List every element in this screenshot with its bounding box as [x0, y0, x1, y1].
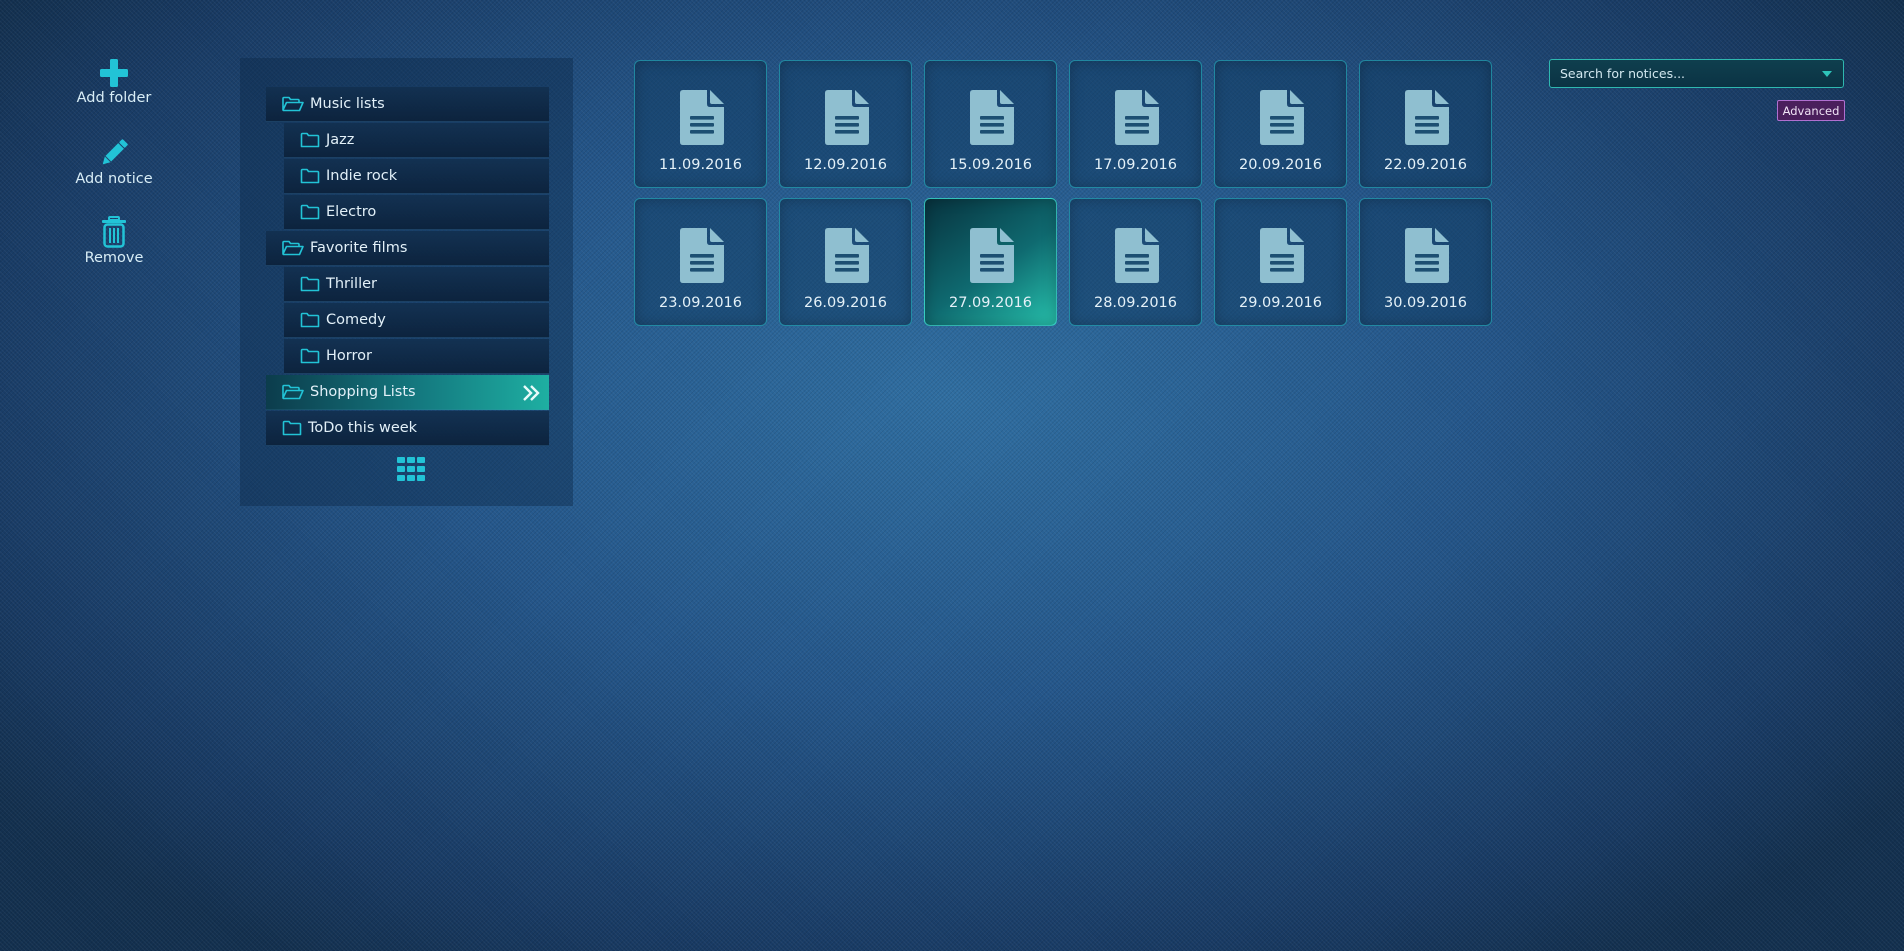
trash-icon	[102, 216, 126, 248]
document-icon	[966, 89, 1016, 149]
document-icon	[1256, 227, 1306, 287]
toolbar: Add folder Add notice Remove	[62, 58, 166, 295]
document-icon	[1401, 227, 1451, 287]
document-icon	[1111, 227, 1161, 287]
document-icon	[1111, 89, 1161, 149]
subfolder-item[interactable]: Thriller	[284, 267, 549, 302]
add-folder-label: Add folder	[76, 90, 152, 106]
folder-label: Jazz	[326, 132, 355, 148]
folder-label: Indie rock	[326, 168, 398, 184]
notice-date: 27.09.2016	[948, 295, 1033, 311]
notice-date: 26.09.2016	[803, 295, 888, 311]
notice-date: 20.09.2016	[1238, 157, 1323, 173]
folder-item[interactable]: ToDo this week	[266, 411, 549, 446]
notice-tile[interactable]: 27.09.2016	[924, 198, 1057, 326]
notice-tile[interactable]: 15.09.2016	[924, 60, 1057, 188]
add-notice-label: Add notice	[75, 171, 153, 187]
document-icon	[676, 227, 726, 287]
advanced-search-button[interactable]: Advanced	[1777, 100, 1845, 121]
subfolder-item[interactable]: Jazz	[284, 123, 549, 158]
notice-tile[interactable]: 30.09.2016	[1359, 198, 1492, 326]
document-icon	[821, 89, 871, 149]
folder-icon	[300, 204, 320, 220]
notice-tile[interactable]: 11.09.2016	[634, 60, 767, 188]
folder-open-icon	[282, 240, 304, 256]
add-folder-button[interactable]: Add folder	[62, 58, 166, 137]
remove-button[interactable]: Remove	[62, 216, 166, 295]
notice-tile[interactable]: 17.09.2016	[1069, 60, 1202, 188]
folder-label: Electro	[326, 204, 377, 220]
notice-tile[interactable]: 23.09.2016	[634, 198, 767, 326]
notice-grid: 11.09.2016 12.09.2016 15.09.2016 17.09.2016…	[634, 60, 1492, 326]
document-icon	[1256, 89, 1306, 149]
notice-tile[interactable]: 22.09.2016	[1359, 60, 1492, 188]
notice-tile[interactable]: 20.09.2016	[1214, 60, 1347, 188]
folder-icon	[300, 132, 320, 148]
document-icon	[676, 89, 726, 149]
notice-date: 30.09.2016	[1383, 295, 1468, 311]
folder-label: ToDo this week	[308, 420, 418, 436]
grid-view-button[interactable]	[397, 457, 425, 485]
document-icon	[966, 227, 1016, 287]
search-dropdown-arrow-icon[interactable]	[1822, 70, 1832, 77]
folder-label: Thriller	[326, 276, 377, 292]
add-notice-button[interactable]: Add notice	[62, 137, 166, 216]
folder-open-icon	[282, 384, 304, 400]
notice-tile[interactable]: 29.09.2016	[1214, 198, 1347, 326]
notice-tile[interactable]: 26.09.2016	[779, 198, 912, 326]
notice-date: 22.09.2016	[1383, 157, 1468, 173]
folder-label: Comedy	[326, 312, 386, 328]
folder-icon	[300, 312, 320, 328]
pencil-icon	[102, 139, 128, 165]
folder-panel: Music lists Jazz Indie rock Electro Favorite…	[240, 58, 573, 506]
folder-icon	[300, 168, 320, 184]
double-chevron-right-icon[interactable]	[521, 383, 541, 407]
notice-date: 15.09.2016	[948, 157, 1033, 173]
folder-item[interactable]: Shopping Lists	[266, 375, 549, 410]
notice-date: 17.09.2016	[1093, 157, 1178, 173]
document-icon	[1401, 89, 1451, 149]
folder-label: Shopping Lists	[310, 384, 416, 400]
folder-icon	[300, 276, 320, 292]
notice-tile[interactable]: 12.09.2016	[779, 60, 912, 188]
grid-icon	[397, 457, 425, 481]
notice-date: 12.09.2016	[803, 157, 888, 173]
remove-label: Remove	[84, 250, 144, 266]
subfolder-item[interactable]: Comedy	[284, 303, 549, 338]
subfolder-item[interactable]: Electro	[284, 195, 549, 230]
folder-list: Music lists Jazz Indie rock Electro Favorite…	[266, 87, 549, 447]
folder-label: Favorite films	[310, 240, 408, 256]
folder-label: Music lists	[310, 96, 385, 112]
folder-item[interactable]: Favorite films	[266, 231, 549, 266]
folder-icon	[300, 348, 320, 364]
notice-date: 29.09.2016	[1238, 295, 1323, 311]
notice-tile[interactable]: 28.09.2016	[1069, 198, 1202, 326]
subfolder-item[interactable]: Indie rock	[284, 159, 549, 194]
folder-icon	[282, 420, 302, 436]
subfolder-item[interactable]: Horror	[284, 339, 549, 374]
folder-item[interactable]: Music lists	[266, 87, 549, 122]
notice-date: 28.09.2016	[1093, 295, 1178, 311]
notice-date: 11.09.2016	[658, 157, 743, 173]
notice-date: 23.09.2016	[658, 295, 743, 311]
search-box	[1549, 59, 1844, 88]
folder-label: Horror	[326, 348, 372, 364]
search-input[interactable]	[1550, 60, 1822, 87]
folder-open-icon	[282, 96, 304, 112]
document-icon	[821, 227, 871, 287]
plus-icon	[100, 59, 128, 87]
